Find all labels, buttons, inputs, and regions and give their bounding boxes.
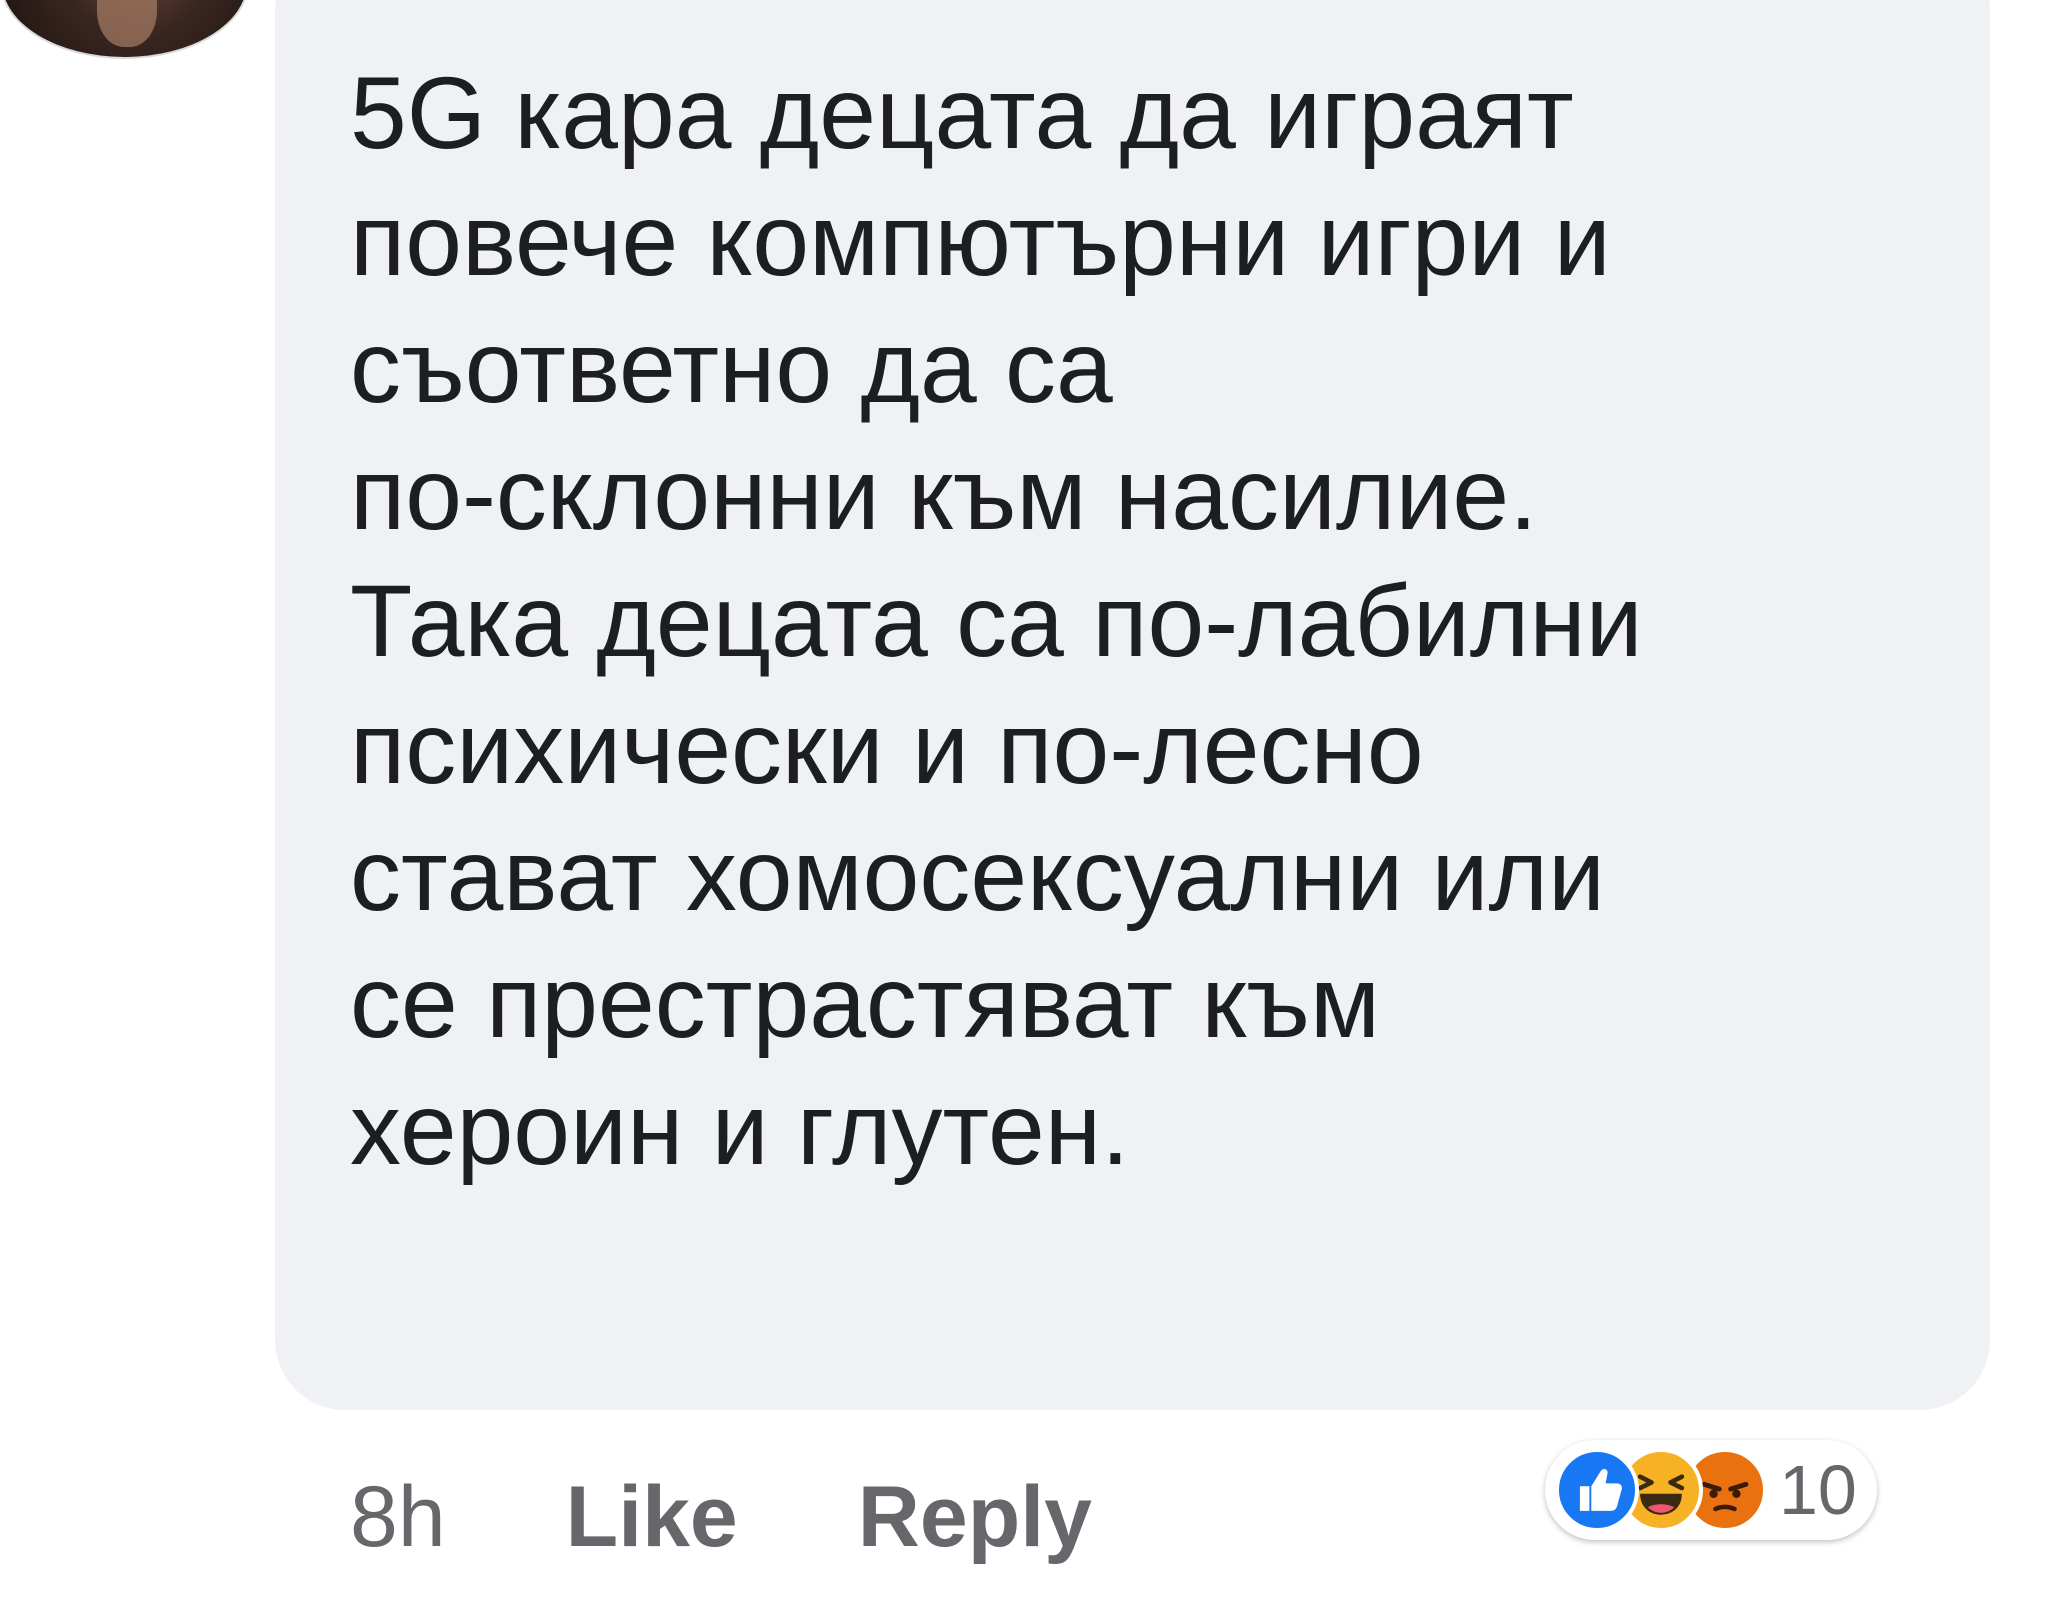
comment-screenshot: 5G кара децата да играят повече компютър… [0, 0, 2048, 1617]
avatar-photo [97, 0, 157, 47]
reaction-count: 10 [1779, 1451, 1857, 1529]
comment-line: 5G кара децата да играят [350, 56, 1574, 170]
reactions-summary[interactable]: 10 [1545, 1440, 1877, 1540]
comment-line: повече компютърни игри и [350, 183, 1611, 297]
avatar[interactable] [0, 0, 249, 59]
comment-text: 5G кара децата да играят повече компютър… [350, 50, 1970, 1193]
comment-line: психически и по-лесно [350, 691, 1424, 805]
comment-line: хероин и глутен. [350, 1072, 1130, 1186]
like-button[interactable]: Like [566, 1468, 738, 1567]
comment-line: по-склонни към насилие. [350, 437, 1538, 551]
comment-line: Така децата са по-лабилни [350, 564, 1643, 678]
comment-timestamp[interactable]: 8h [350, 1468, 446, 1567]
comment-line: съответно да са [350, 310, 1113, 424]
reply-button[interactable]: Reply [858, 1468, 1092, 1567]
like-icon [1555, 1448, 1639, 1532]
comment-actions: 8h Like Reply [350, 1452, 1092, 1582]
comment-line: стават хомосексуални или [350, 818, 1606, 932]
comment-line: се престрастяват към [350, 945, 1380, 1059]
